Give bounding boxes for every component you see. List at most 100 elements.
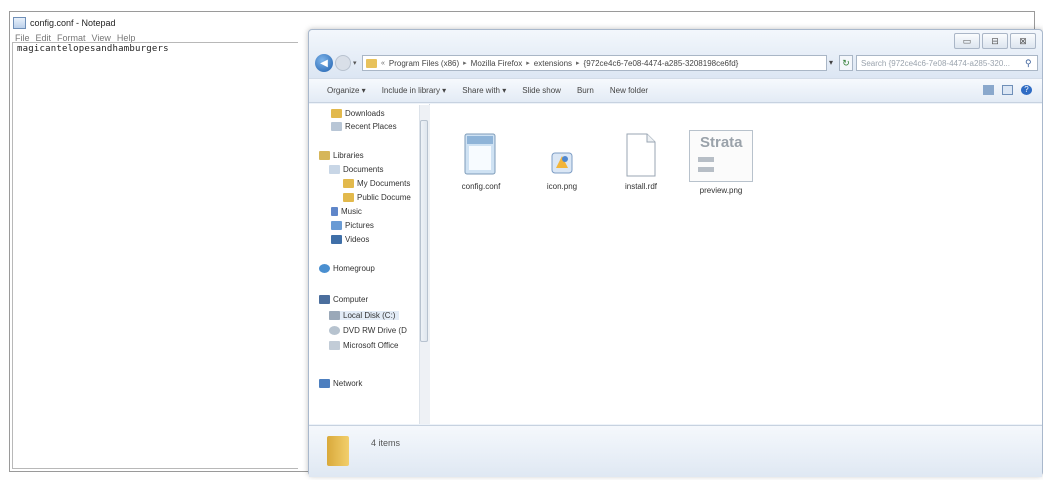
breadcrumb-mozilla-firefox[interactable]: Mozilla Firefox xyxy=(471,59,523,68)
preview-thumbnail-text: Strata xyxy=(700,134,743,151)
file-preview-png[interactable]: Strata preview.png xyxy=(686,130,756,195)
new-folder-button[interactable]: New folder xyxy=(610,86,648,95)
nav-item-my-documents[interactable]: My Documents xyxy=(343,179,410,188)
breadcrumb-extension-id[interactable]: {972ce4c6-7e08-4474-a285-3208198ce6fd} xyxy=(584,59,739,68)
nav-item-public-documents[interactable]: Public Docume xyxy=(343,193,411,202)
network-icon xyxy=(319,379,330,388)
navigation-pane: Downloads Recent Places Libraries Docume… xyxy=(309,104,430,424)
preview-bar xyxy=(698,157,714,162)
nav-item-microsoft-office[interactable]: Microsoft Office xyxy=(329,341,398,350)
nav-item-libraries[interactable]: Libraries xyxy=(319,151,364,160)
close-button[interactable]: ⊠ xyxy=(1010,33,1036,49)
notepad-text-area[interactable]: magicantelopesandhamburgers xyxy=(12,42,298,469)
organize-button[interactable]: Organize ▾ xyxy=(327,86,366,95)
slide-show-button[interactable]: Slide show xyxy=(522,86,561,95)
nav-label: Local Disk (C:) xyxy=(343,311,396,320)
search-placeholder: Search {972ce4c6-7e08-4474-a285-320... xyxy=(861,58,1010,68)
image-file-icon xyxy=(551,152,573,174)
explorer-header: ▭ ⊟ ⊠ ◀ ▾ « Program Files (x86) ▸ Mozill… xyxy=(309,30,1042,78)
nav-item-local-disk[interactable]: Local Disk (C:) xyxy=(329,311,400,320)
nav-label: Pictures xyxy=(345,221,374,230)
music-icon xyxy=(331,207,338,216)
nav-item-computer[interactable]: Computer xyxy=(319,295,368,304)
help-icon[interactable]: ? xyxy=(1021,85,1032,95)
recent-places-icon xyxy=(331,122,342,131)
notepad-file-icon xyxy=(464,133,496,175)
file-config-conf[interactable]: config.conf xyxy=(446,132,516,191)
blank-file-icon xyxy=(626,133,656,177)
nav-item-recent-places[interactable]: Recent Places xyxy=(331,122,397,131)
homegroup-icon xyxy=(319,264,330,273)
nav-item-documents[interactable]: Documents xyxy=(329,165,383,174)
share-with-button[interactable]: Share with ▾ xyxy=(462,86,506,95)
notepad-content: magicantelopesandhamburgers xyxy=(17,44,169,54)
item-count: 4 items xyxy=(371,438,401,448)
nav-item-homegroup[interactable]: Homegroup xyxy=(319,264,375,273)
file-list: config.conf icon.png install.rdf Strata … xyxy=(430,104,1042,424)
folder-icon xyxy=(343,179,354,188)
file-label: icon.png xyxy=(546,182,578,191)
file-label: config.conf xyxy=(461,182,501,191)
notepad-titlebar: config.conf - Notepad xyxy=(13,15,116,31)
nav-item-music[interactable]: Music xyxy=(331,207,362,216)
nav-item-downloads[interactable]: Downloads xyxy=(331,109,385,118)
nav-item-pictures[interactable]: Pictures xyxy=(331,221,374,230)
libraries-icon xyxy=(319,151,330,160)
nav-item-network[interactable]: Network xyxy=(319,379,362,388)
nav-label: Recent Places xyxy=(345,122,397,131)
nav-label: Homegroup xyxy=(333,264,375,273)
videos-icon xyxy=(331,235,342,244)
burn-button[interactable]: Burn xyxy=(577,86,594,95)
notepad-icon xyxy=(13,17,26,29)
maximize-button[interactable]: ⊟ xyxy=(982,33,1008,49)
breadcrumb-program-files[interactable]: Program Files (x86) xyxy=(389,59,459,68)
pictures-icon xyxy=(331,221,342,230)
include-in-library-button[interactable]: Include in library ▾ xyxy=(382,86,447,95)
breadcrumb-extensions[interactable]: extensions xyxy=(534,59,572,68)
nav-scrollbar-thumb[interactable] xyxy=(420,120,428,342)
preview-thumbnail: Strata xyxy=(689,130,753,182)
file-label: preview.png xyxy=(699,186,743,195)
nav-item-videos[interactable]: Videos xyxy=(331,235,369,244)
breadcrumb-separator[interactable]: ▸ xyxy=(463,59,467,67)
folder-icon xyxy=(343,193,354,202)
notepad-title: config.conf - Notepad xyxy=(30,18,116,28)
nav-label: Libraries xyxy=(333,151,364,160)
change-view-icon[interactable] xyxy=(983,85,994,95)
address-overflow[interactable]: « xyxy=(381,60,385,67)
back-button[interactable]: ◀ xyxy=(315,54,333,72)
breadcrumb-separator[interactable]: ▸ xyxy=(526,59,530,67)
screenshot-frame: config.conf - Notepad File Edit Format V… xyxy=(9,11,1043,477)
folder-icon xyxy=(366,58,377,68)
minimize-button[interactable]: ▭ xyxy=(954,33,980,49)
refresh-button[interactable]: ↻ xyxy=(839,55,853,71)
details-pane: 4 items xyxy=(309,425,1042,477)
refresh-icon: ↻ xyxy=(842,57,850,68)
nav-label: Public Docume xyxy=(357,193,411,202)
nav-label: Music xyxy=(341,207,362,216)
drive-icon xyxy=(329,341,340,350)
nav-label: Network xyxy=(333,379,363,388)
explorer-window: ▭ ⊟ ⊠ ◀ ▾ « Program Files (x86) ▸ Mozill… xyxy=(308,29,1043,477)
search-input[interactable]: Search {972ce4c6-7e08-4474-a285-320... ⚲ xyxy=(856,55,1038,71)
preview-pane-icon[interactable] xyxy=(1002,85,1013,95)
folder-icon xyxy=(327,436,349,466)
dvd-drive-icon xyxy=(329,326,340,335)
drive-icon xyxy=(329,311,340,320)
address-dropdown-icon[interactable]: ▾ xyxy=(829,58,833,67)
window-controls: ▭ ⊟ ⊠ xyxy=(954,33,1036,49)
nav-label: My Documents xyxy=(357,179,411,188)
nav-label: DVD RW Drive (D xyxy=(343,326,407,335)
nav-label: Documents xyxy=(343,165,384,174)
file-label: install.rdf xyxy=(624,182,657,191)
address-bar[interactable]: « Program Files (x86) ▸ Mozilla Firefox … xyxy=(362,55,827,71)
forward-button[interactable] xyxy=(335,55,351,71)
file-icon-png[interactable]: icon.png xyxy=(527,148,597,191)
search-icon[interactable]: ⚲ xyxy=(1025,58,1037,69)
preview-bar xyxy=(698,167,714,172)
breadcrumb-separator[interactable]: ▸ xyxy=(576,59,580,67)
nav-item-dvd-drive[interactable]: DVD RW Drive (D xyxy=(329,326,407,335)
file-install-rdf[interactable]: install.rdf xyxy=(606,132,676,191)
back-arrow-icon: ◀ xyxy=(320,57,328,69)
recent-pages-dropdown-icon[interactable]: ▾ xyxy=(353,59,357,67)
